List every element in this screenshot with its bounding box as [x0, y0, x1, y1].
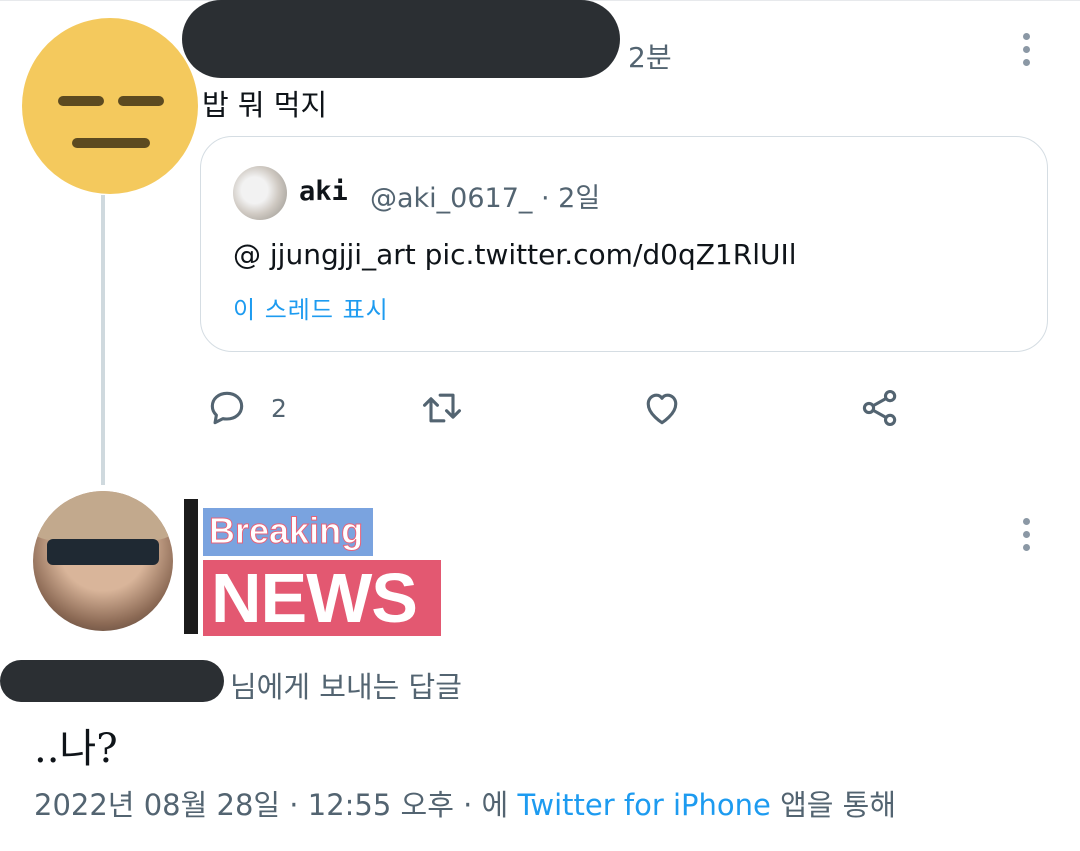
post-text: 밥 뭐 먹지 [202, 88, 328, 122]
avatar-sunglasses [47, 539, 159, 565]
heart-icon [646, 393, 678, 425]
avatar-user-photo[interactable] [33, 491, 173, 631]
share-icon [862, 389, 897, 427]
post-metadata: 2022년 08월 28일 · 12:55 오후 · 에 Twitter for… [34, 782, 896, 824]
breaking-news-bar [184, 499, 198, 634]
client-link[interactable]: Twitter for iPhone [517, 788, 770, 822]
reply-text: ..나? [34, 726, 118, 772]
avatar-expressionless-emoji[interactable] [22, 18, 198, 194]
thread-connector-line [101, 195, 105, 485]
post-date: 2022년 08월 28일 · 12:55 오후 · 에 [34, 788, 518, 822]
client-suffix: 앱을 통해 [770, 788, 897, 822]
news-label-box: NEWS [203, 559, 441, 637]
breaking-label-box: Breaking [203, 508, 373, 556]
quoted-author-handle: @aki_0617_ · 2일 [370, 183, 601, 214]
emoji-mouth [72, 138, 150, 148]
more-options-icon[interactable] [1023, 518, 1031, 557]
quoted-author-name: aki [299, 176, 348, 207]
redacted-username [182, 0, 620, 78]
more-options-icon[interactable] [1023, 33, 1031, 72]
emoji-eye-right [118, 96, 164, 106]
news-label: NEWS [211, 559, 418, 637]
redacted-reply-target [0, 660, 224, 702]
reply-button[interactable]: 2 [205, 386, 287, 430]
quoted-tweet-text: @ jjungjji_art pic.twitter.com/d0qZ1RlUI… [233, 238, 797, 271]
emoji-eye-left [58, 96, 104, 106]
like-button[interactable] [640, 386, 684, 430]
show-thread-link[interactable]: 이 스레드 표시 [233, 290, 389, 325]
post-timestamp[interactable]: 2분 [628, 36, 672, 76]
replying-to-text: 님에게 보내는 답글 [230, 670, 462, 704]
retweet-icon [423, 393, 461, 423]
avatar-hat [33, 491, 173, 541]
quoted-author-avatar [233, 166, 287, 220]
retweet-button[interactable] [420, 386, 464, 430]
share-button[interactable] [858, 386, 902, 430]
reply-count: 2 [271, 393, 287, 423]
breaking-label: Breaking [208, 510, 364, 552]
reply-icon [210, 391, 244, 425]
